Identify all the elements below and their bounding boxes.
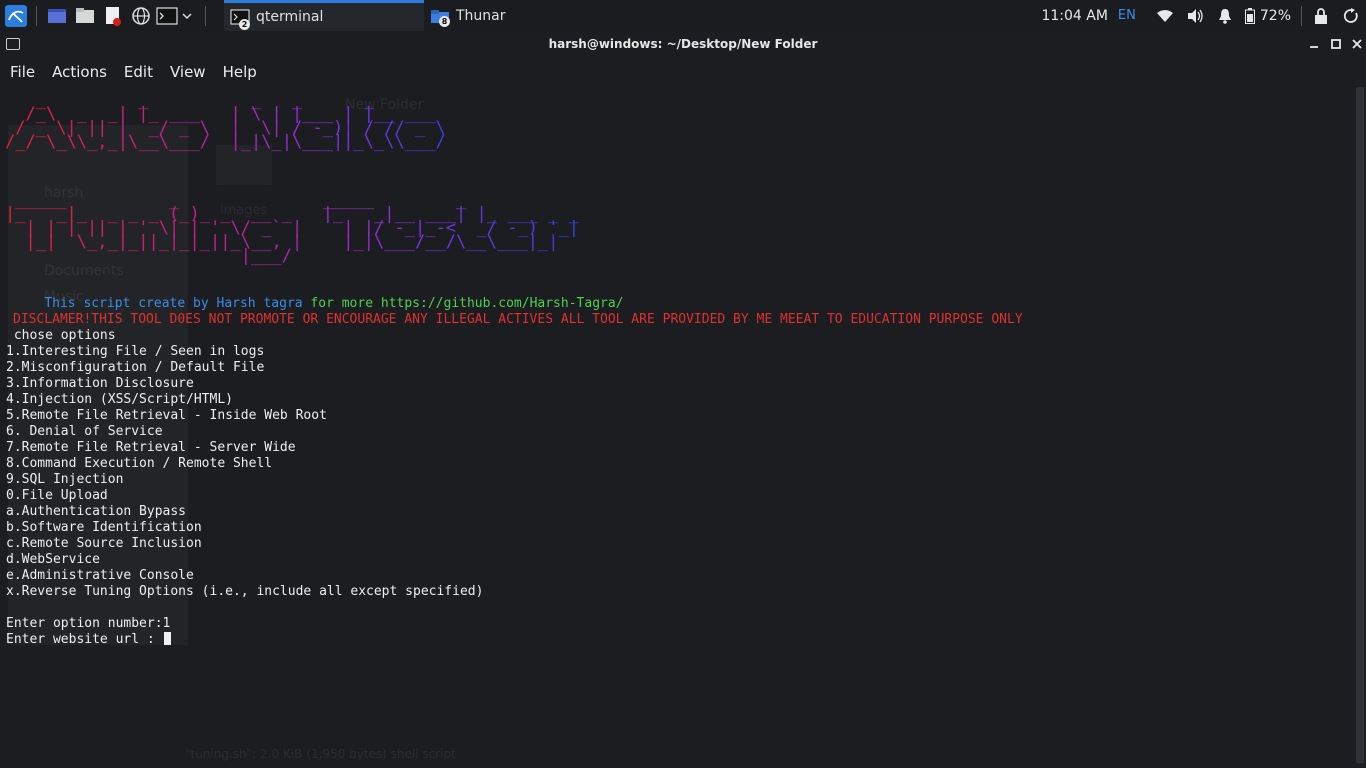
option-item: 8.Command Execution / Remote Shell [6,456,273,471]
menu-actions[interactable]: Actions [52,63,107,81]
option-item: 3.Information Disclosure [6,376,194,391]
option-item: a.Authentication Bypass [6,504,187,519]
credit-middle: for more [302,296,381,311]
option-item: e.Administrative Console [6,568,194,583]
power-icon[interactable] [1336,0,1366,31]
option-item: c.Remote Source Inclusion [6,536,202,551]
credit-url[interactable]: https://github.com/Harsh-Tagra/ [381,296,624,311]
option-item: 4.Injection (XSS/Script/HTML) [6,392,233,407]
maximize-icon[interactable] [1327,35,1345,53]
system-tray: 11:04 AM EN 72% [1041,0,1366,31]
option-item: 5.Remote File Retrieval - Inside Web Roo… [6,408,327,423]
taskbar-item-qterminal[interactable]: 2 qterminal [224,0,424,31]
menu-view[interactable]: View [170,63,206,81]
taskbar-item-thunar[interactable]: 8 Thunar [424,0,624,31]
credit-prefix: This script create by [44,296,217,311]
option-item: 0.File Upload [6,488,108,503]
window-title: harsh@windows: ~/Desktop/New Folder [548,37,818,51]
scrollbar-thumb[interactable] [1356,87,1364,763]
chevron-down-icon[interactable] [179,2,195,30]
website-url-label: Enter website url : [6,632,163,647]
panel-separator [205,5,206,26]
options-header: chose options [6,328,116,343]
option-item: x.Reverse Tuning Options (i.e., include … [6,584,484,599]
battery-percentage[interactable]: 72% [1260,8,1291,24]
wifi-icon[interactable] [1150,0,1180,31]
option-item: 7.Remote File Retrieval - Server Wide [6,440,296,455]
option-item: b.Software Identification [6,520,202,535]
clock[interactable]: 11:04 AM [1041,8,1107,24]
text-editor-icon[interactable] [99,2,127,30]
ascii-banner-subtitle: _____ _ _____ _ |_ _|_ _ _ _ (_)_ _ __ _… [5,190,579,266]
website-url-prompt[interactable]: Enter website url : [6,632,171,648]
lock-icon[interactable] [1306,0,1336,31]
menu-file[interactable]: File [10,63,35,81]
window-count-badge: 8 [439,16,450,27]
window-count-badge: 2 [239,19,250,30]
option-item: 6. Denial of Service [6,424,163,439]
taskbar-item-label: qterminal [256,9,324,25]
scrollbar[interactable] [1354,85,1366,768]
ascii-banner-title: _ _ _ _ _ /_\ _ _| |_ ___ | \ | |___ | |… [5,90,446,152]
show-desktop-icon[interactable] [43,2,71,30]
kali-menu-icon[interactable] [2,2,30,30]
panel-separator [1301,5,1302,26]
option-item: 9.SQL Injection [6,472,124,487]
taskbar-item-label: Thunar [456,7,506,24]
panel-separator [36,5,37,26]
option-item: 2.Misconfiguration / Default File [6,360,265,375]
option-item: 1.Interesting File / Seen in logs [6,344,265,359]
notification-bell-icon[interactable] [1210,0,1240,31]
file-manager-icon[interactable] [71,2,99,30]
option-number-prompt: Enter option number:1 [6,616,171,631]
text-cursor [163,632,171,645]
menubar: File Actions Edit View Help [0,58,1366,85]
close-icon[interactable] [1348,35,1366,53]
terminal-view[interactable]: harsh Documents Music images New Folder … [0,85,1354,768]
volume-icon[interactable] [1180,0,1210,31]
credit-author: Harsh tagra [216,296,303,311]
terminal-launcher-icon[interactable] [155,2,179,30]
disclaimer-line: DISCLAMER!THIS TOOL D0ES NOT PROMOTE OR … [13,312,1023,327]
menu-edit[interactable]: Edit [124,63,153,81]
window-titlebar[interactable]: harsh@windows: ~/Desktop/New Folder [0,31,1366,58]
top-panel: 2 qterminal 8 Thunar 11:04 AM EN 72% [0,0,1366,31]
option-item: d.WebService [6,552,100,567]
web-browser-icon[interactable] [127,2,155,30]
keyboard-layout[interactable]: EN [1118,8,1136,23]
background-window-status: "tuning.sh": 2.0 KiB (1,950 bytes) shell… [185,747,456,761]
menu-help[interactable]: Help [223,63,257,81]
minimize-icon[interactable] [1305,35,1323,53]
battery-icon[interactable] [1240,0,1260,31]
